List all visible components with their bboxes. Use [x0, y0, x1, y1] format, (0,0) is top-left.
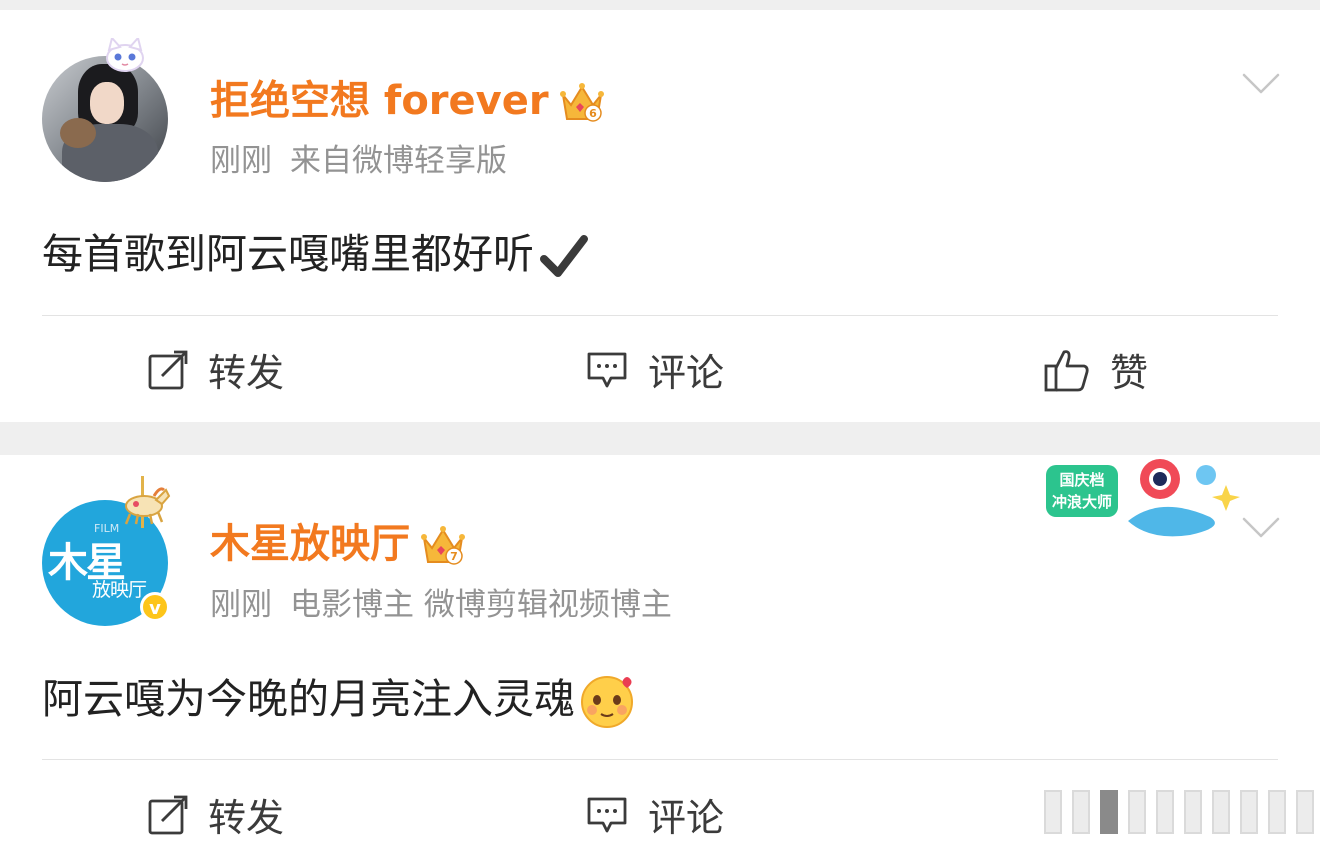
watermark-bar	[1156, 790, 1174, 834]
watermark-bars	[1044, 790, 1314, 834]
post-time: 刚刚	[210, 143, 272, 179]
holiday-sticker-icon[interactable]: 国庆档 冲浪大师	[1040, 455, 1240, 541]
verified-badge-icon: v	[140, 592, 170, 622]
comment-icon	[587, 797, 627, 832]
avatar-photo	[42, 56, 168, 182]
blushing-emoji-icon	[581, 676, 633, 728]
svg-text:冲浪大师: 冲浪大师	[1052, 493, 1112, 511]
svg-text:国庆档: 国庆档	[1059, 471, 1104, 489]
like-button[interactable]: 赞	[1044, 342, 1148, 397]
watermark-bar	[1268, 790, 1286, 834]
watermark-bar	[1072, 790, 1090, 834]
avatar[interactable]	[42, 38, 168, 182]
divider	[42, 315, 1278, 316]
cat-pendant-icon	[106, 38, 144, 72]
post-text: 阿云嘎为今晚的月亮注入灵魂	[42, 675, 575, 723]
repost-button[interactable]: 转发	[148, 342, 284, 397]
author-name[interactable]: 拒绝空想 forever 6	[210, 68, 605, 126]
avatar[interactable]: FILM 木星 放映厅 v	[42, 476, 171, 626]
like-label: 赞	[1110, 351, 1149, 395]
check-mark-icon	[540, 235, 588, 277]
post-card: 拒绝空想 forever 6 刚刚 来自微博轻享版 每首歌到阿云嘎嘴里都好听 转…	[0, 10, 1320, 422]
weibo-feed: 拒绝空想 forever 6 刚刚 来自微博轻享版 每首歌到阿云嘎嘴里都好听 转…	[0, 0, 1320, 844]
repost-icon	[148, 795, 188, 834]
post-source: 来自微博轻享版	[290, 143, 507, 179]
comment-button[interactable]: 评论	[586, 342, 724, 397]
watermark-bar	[1296, 790, 1314, 834]
author-name-text[interactable]: 木星放映厅	[210, 521, 410, 567]
repost-button[interactable]: 转发	[148, 787, 284, 842]
comment-button[interactable]: 评论	[586, 787, 724, 842]
crown-badge-icon: 6	[559, 83, 604, 122]
author-tags: 电影博主 微博剪辑视频博主	[290, 587, 672, 623]
repost-label: 转发	[208, 796, 285, 840]
svg-text:6: 6	[589, 107, 597, 120]
carousel-horse-icon	[124, 476, 171, 528]
crown-badge-icon: 7	[421, 526, 465, 565]
post-content[interactable]: 阿云嘎为今晚的月亮注入灵魂	[42, 665, 637, 732]
thumbs-up-icon	[1044, 349, 1089, 391]
watermark-bar	[1212, 790, 1230, 834]
avatar-logo-small: 放映厅	[92, 579, 147, 601]
post-text: 每首歌到阿云嘎嘴里都好听	[42, 230, 534, 278]
post-content[interactable]: 每首歌到阿云嘎嘴里都好听	[42, 220, 590, 283]
comment-label: 评论	[648, 796, 725, 840]
watermark-bar	[1044, 790, 1062, 834]
repost-label: 转发	[208, 351, 285, 395]
chevron-down-icon[interactable]	[1242, 517, 1280, 539]
author-name[interactable]: 木星放映厅 7	[210, 511, 466, 569]
divider	[42, 759, 1278, 760]
post-meta: 刚刚 来自微博轻享版	[210, 135, 525, 180]
author-name-text[interactable]: 拒绝空想 forever	[210, 78, 549, 124]
chevron-down-icon[interactable]	[1242, 73, 1280, 95]
comment-label: 评论	[648, 351, 725, 395]
watermark-bar	[1128, 790, 1146, 834]
watermark-bar	[1100, 790, 1118, 834]
watermark-bar	[1184, 790, 1202, 834]
post-card: FILM 木星 放映厅 v 木星放映厅 7 刚刚 电影博主 微博剪辑视频博主 国…	[0, 455, 1320, 844]
post-meta: 刚刚 电影博主 微博剪辑视频博主	[210, 579, 690, 624]
comment-icon	[587, 352, 627, 387]
repost-icon	[148, 350, 188, 389]
svg-text:7: 7	[450, 550, 458, 563]
watermark-bar	[1240, 790, 1258, 834]
post-time: 刚刚	[210, 587, 272, 623]
